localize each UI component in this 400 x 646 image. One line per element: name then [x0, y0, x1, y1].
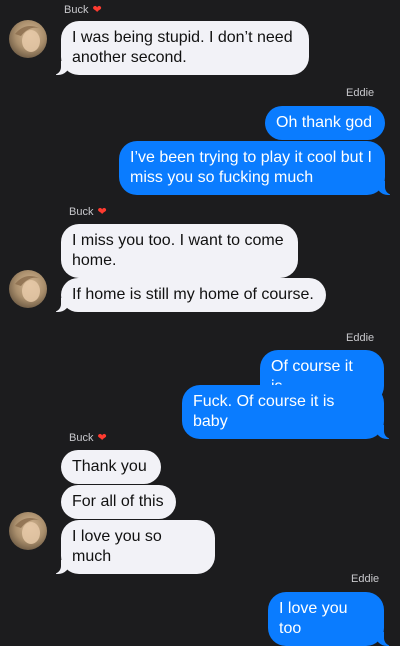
message-text: Thank you: [72, 458, 147, 475]
sender-label: Eddie: [346, 87, 375, 99]
message-bubble-outgoing[interactable]: Oh thank god: [265, 106, 385, 140]
avatar-buck[interactable]: [9, 512, 47, 550]
avatar-buck[interactable]: [9, 270, 47, 308]
message-text: Oh thank god: [276, 114, 373, 131]
heart-icon: ❤: [92, 4, 102, 16]
message-bubble-incoming[interactable]: I love you so much: [52, 520, 215, 574]
sender-name-eddie: Eddie: [351, 573, 379, 585]
heart-icon: ❤: [97, 432, 107, 444]
sender-label: Buck: [64, 4, 89, 16]
message-bubble-outgoing[interactable]: I love you too: [268, 592, 393, 646]
sender-name-buck: Buck ❤: [69, 205, 107, 218]
avatar-buck[interactable]: [9, 20, 47, 58]
sender-name-buck: Buck ❤: [64, 3, 102, 16]
sender-name-buck: Buck ❤: [69, 431, 107, 444]
message-bubble-incoming[interactable]: I was being stupid. I don’t need another…: [52, 21, 309, 75]
contact-photo-icon: [9, 20, 47, 58]
contact-photo-icon: [9, 512, 47, 550]
message-text: I miss you too. I want to come home.: [72, 232, 284, 269]
message-bubble-incoming[interactable]: Thank you: [61, 450, 161, 484]
message-bubble-incoming[interactable]: I miss you too. I want to come home.: [61, 224, 298, 278]
sender-name-eddie: Eddie: [346, 87, 374, 99]
sender-name-eddie: Eddie: [346, 332, 374, 344]
sender-label: Buck: [69, 206, 94, 218]
message-text: I love you so much: [72, 528, 162, 565]
heart-icon: ❤: [97, 206, 107, 218]
message-text: I love you too: [279, 600, 348, 637]
sender-label: Eddie: [346, 332, 375, 344]
message-bubble-incoming[interactable]: If home is still my home of course.: [52, 278, 326, 312]
message-text: Fuck. Of course it is baby: [193, 393, 335, 430]
message-bubble-outgoing[interactable]: Fuck. Of course it is baby: [182, 385, 393, 439]
message-text: I’ve been trying to play it cool but I m…: [130, 149, 372, 186]
message-text: If home is still my home of course.: [72, 286, 314, 303]
sender-label: Buck: [69, 432, 94, 444]
message-bubble-outgoing[interactable]: I’ve been trying to play it cool but I m…: [119, 141, 394, 195]
message-bubble-incoming[interactable]: For all of this: [61, 485, 176, 519]
contact-photo-icon: [9, 270, 47, 308]
sender-label: Eddie: [351, 573, 380, 585]
message-text: I was being stupid. I don’t need another…: [72, 29, 293, 66]
message-text: For all of this: [72, 493, 164, 510]
